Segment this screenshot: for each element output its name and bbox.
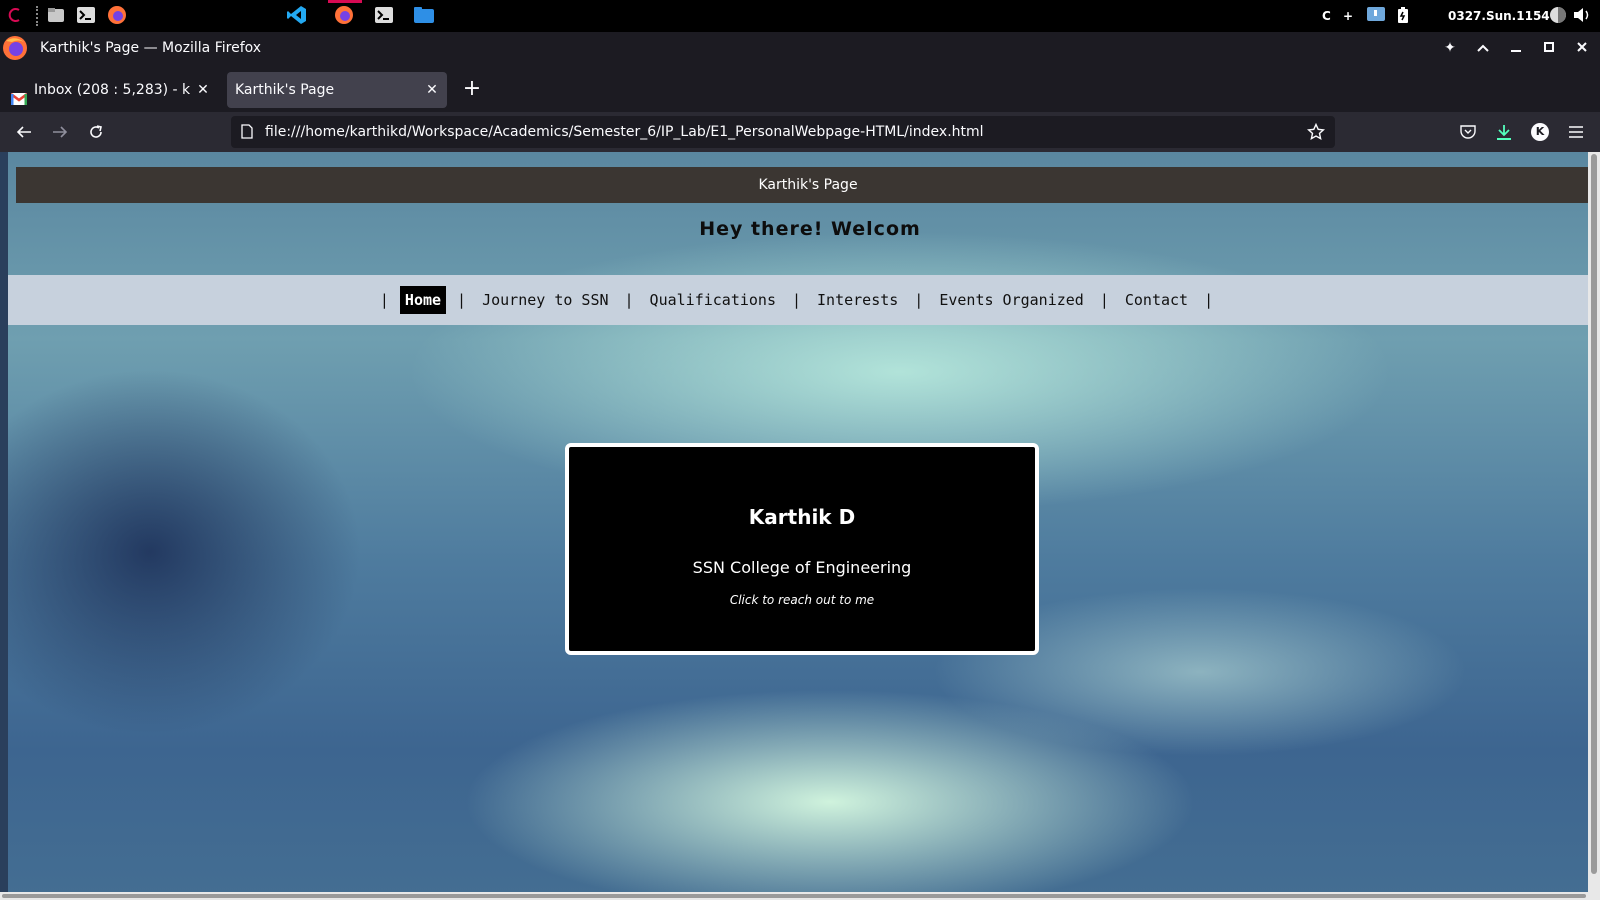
- shade-icon[interactable]: [1473, 38, 1493, 58]
- pocket-icon[interactable]: [1456, 120, 1480, 144]
- nav-separator: |: [914, 291, 924, 309]
- nav-separator: |: [379, 291, 389, 309]
- page-icon: [241, 124, 255, 140]
- background-edge: [0, 152, 8, 892]
- menu-icon[interactable]: [1564, 120, 1588, 144]
- debian-icon[interactable]: [6, 5, 26, 25]
- vertical-scrollbar[interactable]: [1588, 152, 1600, 900]
- clock[interactable]: 0327.Sun.1154: [1448, 0, 1550, 32]
- forward-icon[interactable]: [48, 120, 72, 144]
- system-taskbar: C + 0327.Sun.1154: [0, 0, 1600, 32]
- profile-college: SSN College of Engineering: [692, 558, 912, 577]
- nav-separator: |: [624, 291, 634, 309]
- nav-link-contact[interactable]: Contact: [1120, 286, 1193, 314]
- terminal-icon[interactable]: [374, 5, 394, 25]
- taskbar-divider: [36, 6, 40, 26]
- firefox-icon[interactable]: [107, 5, 127, 25]
- nav-link-journey[interactable]: Journey to SSN: [477, 286, 613, 314]
- nav-separator: |: [457, 291, 467, 309]
- window-titlebar: Karthik's Page — Mozilla Firefox ✦: [0, 32, 1600, 68]
- tab-label: Inbox (208 : 5,283) - karthik: [34, 82, 190, 98]
- welcome-heading: Hey there! Welcom: [699, 218, 921, 240]
- notification-icon[interactable]: [1366, 5, 1386, 25]
- nav-link-qualifications[interactable]: Qualifications: [645, 286, 781, 314]
- volume-icon[interactable]: [1572, 5, 1592, 25]
- battery-icon[interactable]: [1393, 5, 1413, 25]
- scrollbar-thumb[interactable]: [2, 894, 1586, 898]
- profile-initial: K: [1531, 123, 1549, 141]
- nav-link-home[interactable]: Home: [399, 286, 447, 314]
- url-text[interactable]: file:///home/karthikd/Workspace/Academic…: [265, 116, 984, 148]
- reload-icon[interactable]: [84, 120, 108, 144]
- tray-c-label[interactable]: C: [1322, 0, 1331, 32]
- profile-card[interactable]: Karthik D SSN College of Engineering Cli…: [565, 443, 1039, 655]
- contact-cta[interactable]: Click to reach out to me: [569, 593, 1035, 607]
- bookmark-star-icon[interactable]: [1306, 122, 1326, 141]
- url-bar[interactable]: file:///home/karthikd/Workspace/Academic…: [231, 116, 1335, 148]
- scrollbar-thumb[interactable]: [1591, 154, 1597, 874]
- tray-plus-label[interactable]: +: [1343, 0, 1353, 32]
- close-tab-icon[interactable]: ✕: [194, 72, 212, 108]
- new-tab-button[interactable]: +: [460, 78, 484, 102]
- page-content: Karthik's Page Hey there! Welcom | Home …: [0, 152, 1600, 900]
- firefox-icon[interactable]: [334, 5, 354, 25]
- site-header: Karthik's Page: [16, 167, 1600, 203]
- tab-inbox[interactable]: Inbox (208 : 5,283) - karthik ✕: [2, 72, 218, 108]
- tab-strip: Inbox (208 : 5,283) - karthik ✕ Karthik'…: [0, 68, 1600, 112]
- files-icon[interactable]: [46, 5, 66, 25]
- brightness-icon[interactable]: [1548, 5, 1568, 25]
- active-app-indicator: [328, 0, 362, 3]
- pin-icon[interactable]: ✦: [1440, 38, 1460, 58]
- horizontal-scrollbar[interactable]: [0, 892, 1588, 900]
- minimize-icon[interactable]: [1506, 38, 1526, 58]
- account-avatar[interactable]: K: [1528, 120, 1552, 144]
- folder-icon[interactable]: [414, 5, 434, 25]
- nav-separator: |: [791, 291, 802, 309]
- back-icon[interactable]: [12, 120, 36, 144]
- site-navigation: | Home | Journey to SSN | Qualifications…: [8, 275, 1600, 325]
- nav-link-events[interactable]: Events Organized: [934, 286, 1089, 314]
- firefox-logo-icon: [2, 35, 28, 61]
- navigation-toolbar: file:///home/karthikd/Workspace/Academic…: [0, 112, 1600, 152]
- downloads-icon[interactable]: [1492, 120, 1516, 144]
- window-title: Karthik's Page — Mozilla Firefox: [40, 40, 262, 56]
- gmail-icon: [10, 83, 28, 105]
- tab-label: Karthik's Page: [235, 82, 335, 98]
- close-tab-icon[interactable]: ✕: [423, 72, 441, 108]
- profile-name: Karthik D: [748, 505, 856, 529]
- nav-separator: |: [1099, 291, 1109, 309]
- close-window-icon[interactable]: [1572, 38, 1592, 58]
- nav-link-interests[interactable]: Interests: [812, 286, 903, 314]
- vscode-icon[interactable]: [287, 5, 307, 25]
- nav-separator: |: [1204, 291, 1214, 309]
- tab-karthiks-page[interactable]: Karthik's Page ✕: [227, 72, 447, 108]
- terminal-icon[interactable]: [76, 5, 96, 25]
- maximize-icon[interactable]: [1539, 38, 1559, 58]
